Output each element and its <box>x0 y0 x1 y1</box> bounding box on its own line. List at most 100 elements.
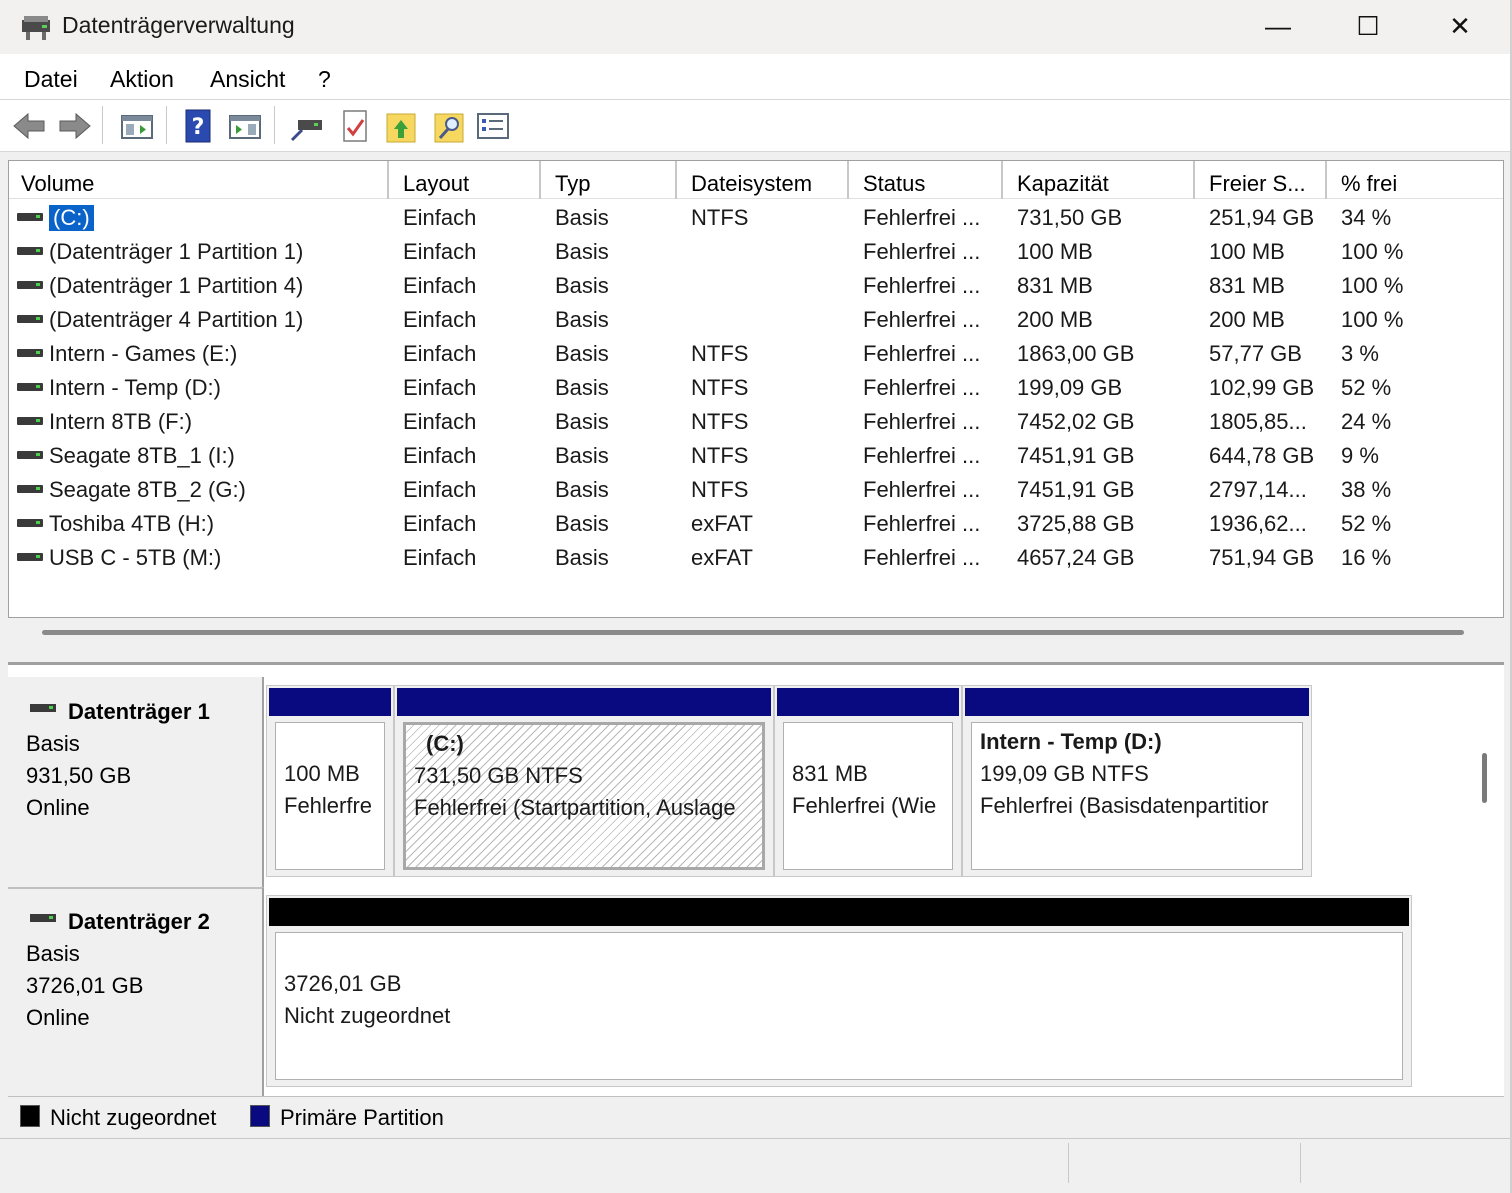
volume-row[interactable]: (C:) Einfach Basis NTFS Fehlerfrei ... 731,50… <box>9 201 1503 235</box>
partition-disk1-part1[interactable]: 100 MB Fehlerfre <box>266 685 394 877</box>
menu-datei[interactable]: Datei <box>24 66 78 93</box>
volume-row[interactable]: (Datenträger 1 Partition 4) Einfach Basis F… <box>9 269 1503 303</box>
partition-c-drive[interactable]: (C:) 731,50 GB NTFS Fehlerfrei (Startpar… <box>394 685 774 877</box>
cell-volume-name: Seagate 8TB_2 (G:) <box>49 477 246 502</box>
cell-layout: Einfach <box>403 307 477 332</box>
cell-layout: Einfach <box>403 443 477 468</box>
partition-size: 199,09 GB NTFS <box>980 761 1149 786</box>
partition-disk2-unallocated[interactable]: 3726,01 GB Nicht zugeordnet <box>266 895 1412 1087</box>
maximize-button[interactable]: ☐ <box>1322 4 1414 48</box>
cell-typ: Basis <box>555 307 609 332</box>
cell-layout: Einfach <box>403 545 477 570</box>
cell-kapazitaet: 4657,24 GB <box>1017 545 1135 570</box>
disk-2-title: Datenträger 2 <box>68 909 210 934</box>
horizontal-scrollbar-thumb[interactable] <box>42 630 1464 635</box>
cell-prozent-frei: 34 % <box>1341 205 1392 230</box>
disk-2-state: Online <box>26 1005 90 1030</box>
cell-typ: Basis <box>555 409 609 434</box>
volume-row[interactable]: Intern 8TB (F:) Einfach Basis NTFS Fehlerfre… <box>9 405 1503 439</box>
cell-prozent-frei: 100 % <box>1341 239 1404 264</box>
column-header-kapazitaet[interactable]: Kapazität <box>1005 161 1195 199</box>
primary-partition-bar <box>269 688 391 716</box>
properties-check-icon[interactable] <box>338 108 372 144</box>
disk-1-state: Online <box>26 795 90 820</box>
horizontal-scrollbar[interactable] <box>8 618 1504 658</box>
volume-row[interactable]: USB C - 5TB (M:) Einfach Basis exFAT Fehlerf… <box>9 541 1503 575</box>
drive-icon <box>17 449 43 461</box>
minimize-button[interactable]: — <box>1232 4 1324 48</box>
cell-typ: Basis <box>555 239 609 264</box>
title-bar[interactable]: Datenträgerverwaltung — ☐ ✕ <box>0 0 1510 54</box>
volume-row[interactable]: Intern - Games (E:) Einfach Basis NTFS Fehle… <box>9 337 1503 371</box>
column-header-status[interactable]: Status <box>851 161 1003 199</box>
cell-status: Fehlerfrei ... <box>863 205 981 230</box>
back-arrow-icon[interactable] <box>12 108 46 144</box>
column-header-layout[interactable]: Layout <box>391 161 541 199</box>
cell-status: Fehlerfrei ... <box>863 239 981 264</box>
menu-ansicht[interactable]: Ansicht <box>210 66 285 93</box>
partition-size: 100 MB <box>284 761 360 786</box>
partition-status: Fehlerfrei (Wie <box>792 793 937 818</box>
close-button[interactable]: ✕ <box>1414 4 1506 48</box>
partition-d-drive[interactable]: Intern - Temp (D:) 199,09 GB NTFS Fehler… <box>962 685 1312 877</box>
volume-row[interactable]: Toshiba 4TB (H:) Einfach Basis exFAT Fehlerf… <box>9 507 1503 541</box>
cell-freier-speicher: 200 MB <box>1209 307 1285 332</box>
disk-1-info[interactable]: Datenträger 1 Basis 931,50 GB Online <box>8 677 264 887</box>
disk-icon <box>30 701 58 715</box>
partition-body: 100 MB Fehlerfre <box>275 722 385 870</box>
menu-aktion[interactable]: Aktion <box>110 66 174 93</box>
toolbar-separator <box>102 106 103 144</box>
disk-2-type: Basis <box>26 941 80 966</box>
disk-2-info[interactable]: Datenträger 2 Basis 3726,01 GB Online <box>8 887 264 1096</box>
action-pane-icon[interactable] <box>228 108 262 144</box>
cell-status: Fehlerfrei ... <box>863 409 981 434</box>
partition-name: (C:) <box>426 731 464 756</box>
volume-row[interactable]: Seagate 8TB_2 (G:) Einfach Basis NTFS Fehler… <box>9 473 1503 507</box>
cell-typ: Basis <box>555 545 609 570</box>
cell-volume-name: Seagate 8TB_1 (I:) <box>49 443 235 468</box>
toolbar-separator <box>274 106 275 144</box>
list-view-icon[interactable] <box>476 108 510 144</box>
cell-status: Fehlerfrei ... <box>863 477 981 502</box>
help-icon[interactable]: ? <box>182 108 216 144</box>
volume-row[interactable]: Intern - Temp (D:) Einfach Basis NTFS Fehler… <box>9 371 1503 405</box>
console-tree-icon[interactable] <box>120 108 154 144</box>
volume-list[interactable]: Volume Layout Typ Dateisystem Status Kap… <box>8 160 1504 618</box>
cell-typ: Basis <box>555 477 609 502</box>
cell-typ: Basis <box>555 443 609 468</box>
folder-search-icon[interactable] <box>432 108 466 144</box>
connect-disk-icon[interactable] <box>290 108 324 144</box>
cell-volume-name: (Datenträger 1 Partition 1) <box>49 239 304 264</box>
legend-swatch-primary <box>250 1105 270 1127</box>
legend-label-unallocated: Nicht zugeordnet <box>50 1105 217 1130</box>
forward-arrow-icon[interactable] <box>58 108 92 144</box>
cell-dateisystem: NTFS <box>691 409 749 434</box>
partition-status: Fehlerfrei (Startpartition, Auslage <box>414 795 736 820</box>
volume-row[interactable]: (Datenträger 1 Partition 1) Einfach Basis F… <box>9 235 1503 269</box>
status-bar <box>0 1138 1510 1184</box>
column-header-dateisystem[interactable]: Dateisystem <box>679 161 849 199</box>
cell-volume-name: Intern - Games (E:) <box>49 341 238 366</box>
volume-row[interactable]: Seagate 8TB_1 (I:) Einfach Basis NTFS Fehler… <box>9 439 1503 473</box>
drive-icon <box>17 245 43 257</box>
disk-management-app-icon <box>22 16 50 40</box>
vertical-scrollbar-thumb[interactable] <box>1482 753 1487 803</box>
column-header-typ[interactable]: Typ <box>543 161 677 199</box>
menu-help[interactable]: ? <box>318 66 331 93</box>
folder-up-icon[interactable] <box>384 108 418 144</box>
cell-dateisystem: NTFS <box>691 443 749 468</box>
cell-status: Fehlerfrei ... <box>863 307 981 332</box>
column-header-freier-speicher[interactable]: Freier S... <box>1197 161 1327 199</box>
cell-freier-speicher: 751,94 GB <box>1209 545 1315 570</box>
cell-kapazitaet: 3725,88 GB <box>1017 511 1135 536</box>
cell-prozent-frei: 38 % <box>1341 477 1392 502</box>
column-header-volume[interactable]: Volume <box>9 161 389 199</box>
cell-prozent-frei: 100 % <box>1341 273 1404 298</box>
svg-text:?: ? <box>192 115 205 140</box>
column-header-prozent-frei[interactable]: % frei <box>1329 161 1503 199</box>
cell-freier-speicher: 102,99 GB <box>1209 375 1315 400</box>
partition-body: 3726,01 GB Nicht zugeordnet <box>275 932 1403 1080</box>
volume-row[interactable]: (Datenträger 4 Partition 1) Einfach Basis F… <box>9 303 1503 337</box>
legend-label-primary: Primäre Partition <box>280 1105 444 1130</box>
partition-disk1-part4[interactable]: 831 MB Fehlerfrei (Wie <box>774 685 962 877</box>
